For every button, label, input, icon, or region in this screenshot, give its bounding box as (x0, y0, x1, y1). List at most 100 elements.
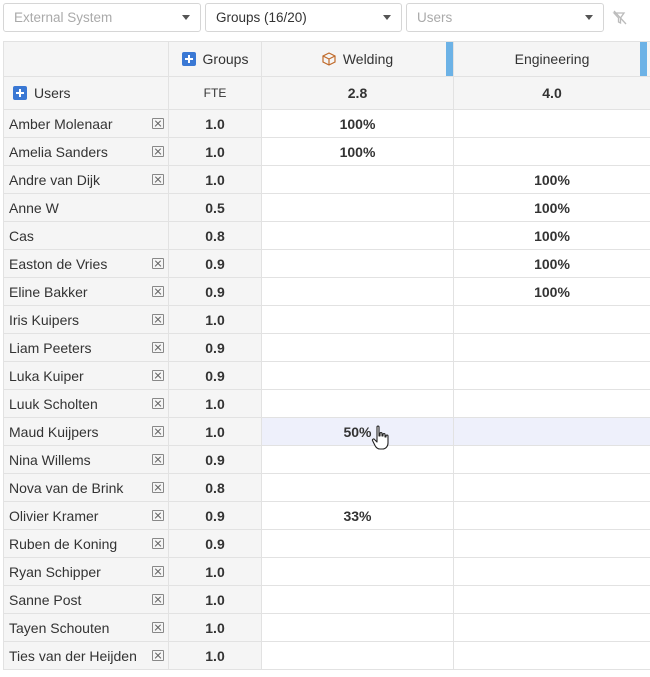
allocation-cell-welding[interactable] (262, 166, 454, 194)
plus-square-icon (13, 86, 27, 100)
allocation-cell-welding[interactable] (262, 194, 454, 222)
fte-value: 1.0 (205, 591, 225, 608)
user-name-cell: Maud Kuijpers (3, 418, 169, 446)
user-name-cell: Amber Molenaar (3, 110, 169, 138)
allocation-cell-welding[interactable]: 50% (262, 418, 454, 446)
allocation-cell-welding[interactable]: 33% (262, 502, 454, 530)
allocation-cell-engineering[interactable] (454, 474, 650, 502)
allocation-cell-welding[interactable] (262, 530, 454, 558)
user-name-cell: Iris Kuipers (3, 306, 169, 334)
allocation-cell-welding[interactable] (262, 446, 454, 474)
allocation-cell-welding[interactable]: 100% (262, 138, 454, 166)
remove-x-icon[interactable] (152, 594, 164, 605)
allocation-cell-welding[interactable] (262, 334, 454, 362)
column-resize-handle[interactable] (446, 42, 453, 76)
allocation-cell-engineering[interactable] (454, 558, 650, 586)
user-name: Nova van de Brink (9, 479, 124, 496)
fte-cell: 0.5 (169, 194, 262, 222)
external-system-select[interactable]: External System (3, 3, 201, 32)
allocation-cell-engineering[interactable] (454, 390, 650, 418)
allocation-cell-engineering[interactable] (454, 306, 650, 334)
fte-header: FTE (169, 77, 262, 110)
allocation-cell-engineering[interactable] (454, 502, 650, 530)
fte-cell: 1.0 (169, 558, 262, 586)
allocation-cell-engineering[interactable] (454, 110, 650, 138)
remove-x-icon[interactable] (152, 650, 164, 661)
user-name: Easton de Vries (9, 255, 108, 272)
allocation-cell-engineering[interactable] (454, 614, 650, 642)
remove-x-icon[interactable] (152, 370, 164, 381)
fte-cell: 0.9 (169, 278, 262, 306)
user-name-cell: Anne W (3, 194, 169, 222)
users-select[interactable]: Users (406, 3, 604, 32)
allocation-cell-welding[interactable] (262, 586, 454, 614)
table-row: Ryan Schipper 1.0 (3, 558, 650, 586)
allocation-cell-welding[interactable] (262, 362, 454, 390)
remove-x-icon[interactable] (152, 398, 164, 409)
table-row: Ruben de Koning 0.9 (3, 530, 650, 558)
allocation-cell-engineering[interactable]: 100% (454, 222, 650, 250)
allocation-cell-engineering[interactable] (454, 642, 650, 670)
allocation-cell-engineering[interactable] (454, 362, 650, 390)
allocation-cell-engineering[interactable]: 100% (454, 250, 650, 278)
remove-x-icon[interactable] (152, 174, 164, 185)
remove-x-icon[interactable] (152, 258, 164, 269)
fte-value: 1.0 (205, 647, 225, 664)
fte-cell: 1.0 (169, 166, 262, 194)
allocation-cell-welding[interactable] (262, 390, 454, 418)
remove-x-icon[interactable] (152, 146, 164, 157)
total-engineering: 4.0 (454, 77, 650, 110)
allocation-cell-engineering[interactable]: 100% (454, 278, 650, 306)
allocation-cell-welding[interactable] (262, 250, 454, 278)
filter-clear-icon[interactable] (611, 9, 629, 27)
remove-x-icon[interactable] (152, 538, 164, 549)
column-header-engineering[interactable]: Engineering (454, 41, 650, 77)
allocation-cell-engineering[interactable]: 100% (454, 166, 650, 194)
table-row: Eline Bakker 0.9 100% (3, 278, 650, 306)
column-resize-handle[interactable] (640, 42, 647, 76)
remove-x-icon[interactable] (152, 622, 164, 633)
plus-square-icon (181, 52, 196, 66)
allocation-cell-engineering[interactable] (454, 530, 650, 558)
fte-cell: 0.8 (169, 222, 262, 250)
allocation-cell-welding[interactable] (262, 278, 454, 306)
remove-x-icon[interactable] (152, 482, 164, 493)
user-name-cell: Nova van de Brink (3, 474, 169, 502)
groups-select[interactable]: Groups (16/20) (205, 3, 402, 32)
fte-value: 0.9 (205, 339, 225, 356)
allocation-cell-welding[interactable] (262, 222, 454, 250)
remove-x-icon[interactable] (152, 286, 164, 297)
allocation-cell-engineering[interactable] (454, 586, 650, 614)
allocation-cell-welding[interactable]: 100% (262, 110, 454, 138)
remove-x-icon[interactable] (152, 566, 164, 577)
allocation-cell-engineering[interactable] (454, 138, 650, 166)
remove-x-icon[interactable] (152, 342, 164, 353)
allocation-cell-welding[interactable] (262, 474, 454, 502)
user-name: Olivier Kramer (9, 507, 99, 524)
remove-x-icon[interactable] (152, 510, 164, 521)
remove-x-icon[interactable] (152, 118, 164, 129)
allocation-cell-welding[interactable] (262, 642, 454, 670)
user-name-cell: Nina Willems (3, 446, 169, 474)
fte-value: 0.9 (205, 507, 225, 524)
fte-value: 0.8 (205, 479, 225, 496)
user-name-cell: Andre van Dijk (3, 166, 169, 194)
add-user-button[interactable]: Users (3, 77, 169, 110)
column-header-welding[interactable]: Welding (262, 41, 454, 77)
fte-value: 1.0 (205, 423, 225, 440)
fte-cell: 1.0 (169, 614, 262, 642)
remove-x-icon[interactable] (152, 314, 164, 325)
allocation-cell-engineering[interactable] (454, 334, 650, 362)
fte-value: 0.5 (205, 199, 225, 216)
remove-x-icon[interactable] (152, 426, 164, 437)
allocation-cell-welding[interactable] (262, 306, 454, 334)
allocation-cell-welding[interactable] (262, 614, 454, 642)
allocation-cell-engineering[interactable] (454, 418, 650, 446)
remove-x-icon[interactable] (152, 454, 164, 465)
allocation-cell-engineering[interactable] (454, 446, 650, 474)
allocation-cell-engineering[interactable]: 100% (454, 194, 650, 222)
user-name: Ruben de Koning (9, 535, 118, 552)
add-group-button[interactable]: Groups (169, 41, 262, 77)
header-row-totals: Users FTE 2.8 4.0 (3, 77, 650, 110)
allocation-cell-welding[interactable] (262, 558, 454, 586)
